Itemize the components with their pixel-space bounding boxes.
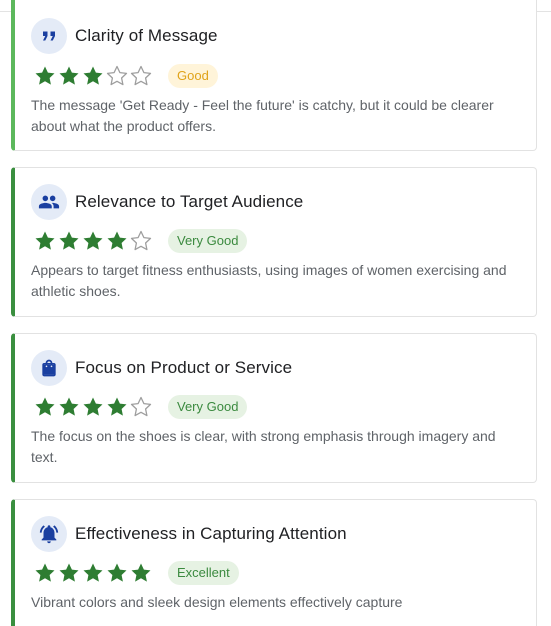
star-filled-icon	[107, 563, 127, 582]
star-rating	[33, 64, 153, 88]
star-filled-icon	[131, 563, 151, 582]
evaluation-card-relevance: Relevance to Target Audience Very Good A…	[11, 167, 537, 317]
star-filled-icon	[35, 563, 55, 582]
card-title: Relevance to Target Audience	[75, 192, 304, 211]
star-filled-icon	[35, 397, 55, 416]
evaluation-card-focus: Focus on Product or Service Very Good Th…	[11, 333, 537, 483]
star-filled-icon	[83, 231, 103, 250]
evaluation-card-attention: Effectiveness in Capturing Attention Exc…	[11, 499, 537, 626]
bell-ringing-icon	[31, 516, 67, 552]
star-empty-icon	[130, 230, 152, 251]
star-filled-icon	[59, 66, 79, 85]
star-filled-icon	[59, 563, 79, 582]
evaluation-card-clarity: Clarity of Message Good The message 'Get…	[11, 0, 537, 151]
rating-row: Very Good	[33, 229, 248, 253]
quote-icon	[31, 18, 67, 54]
star-filled-icon	[83, 397, 103, 416]
card-header: Effectiveness in Capturing Attention	[31, 516, 347, 552]
star-rating	[33, 395, 153, 419]
rating-badge: Excellent	[168, 561, 239, 585]
star-empty-icon	[106, 65, 128, 86]
star-empty-icon	[130, 396, 152, 417]
shopping-bag-icon	[31, 350, 67, 386]
card-header: Relevance to Target Audience	[31, 184, 303, 220]
star-empty-icon	[130, 65, 152, 86]
card-header: Focus on Product or Service	[31, 350, 292, 386]
card-description: The message 'Get Ready - Feel the future…	[31, 97, 494, 134]
rating-row: Very Good	[33, 395, 248, 419]
card-description: Appears to target fitness enthusiasts, u…	[31, 262, 507, 299]
card-title: Effectiveness in Capturing Attention	[75, 524, 347, 543]
rating-badge: Very Good	[168, 229, 248, 253]
people-icon	[31, 184, 67, 220]
rating-row: Good	[33, 64, 218, 88]
card-header: Clarity of Message	[31, 18, 218, 54]
card-description: Vibrant colors and sleek design elements…	[31, 594, 403, 610]
star-filled-icon	[59, 231, 79, 250]
card-title: Clarity of Message	[75, 26, 218, 45]
star-filled-icon	[83, 563, 103, 582]
star-filled-icon	[107, 397, 127, 416]
card-description: The focus on the shoes is clear, with st…	[31, 428, 496, 465]
star-filled-icon	[59, 397, 79, 416]
rating-badge: Very Good	[168, 395, 248, 419]
star-filled-icon	[83, 66, 103, 85]
star-filled-icon	[35, 231, 55, 250]
rating-row: Excellent	[33, 561, 239, 585]
rating-badge: Good	[168, 64, 218, 88]
star-filled-icon	[107, 231, 127, 250]
star-rating	[33, 561, 153, 585]
card-title: Focus on Product or Service	[75, 358, 293, 377]
star-rating	[33, 229, 153, 253]
star-filled-icon	[35, 66, 55, 85]
